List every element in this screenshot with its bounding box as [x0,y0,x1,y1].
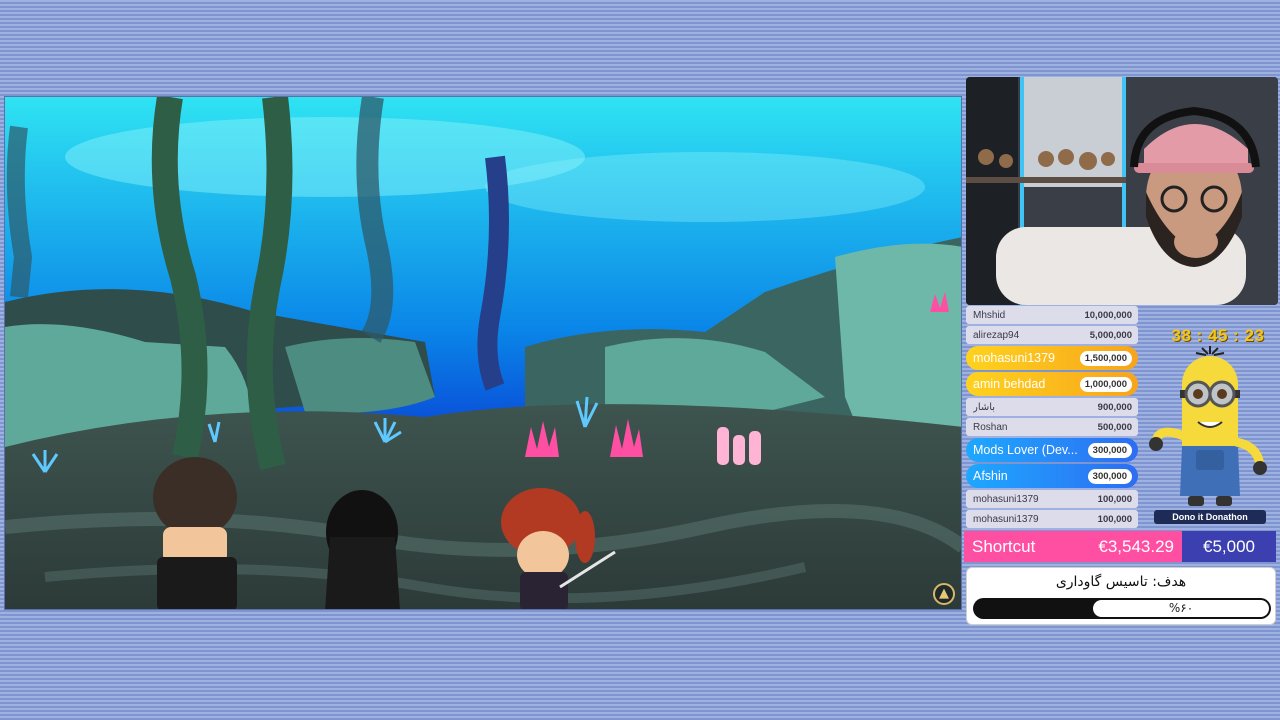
donor-amount: 300,000 [1087,468,1132,484]
donor-amount: 100,000 [1097,513,1132,525]
donor-amount: 10,000,000 [1084,309,1132,321]
leaderboard-row: amin behdad 1,000,000 [966,372,1138,396]
donation-raised-panel: Shortcut €3,543.29 [964,531,1182,562]
mascot-caption: Dono it Donathon [1154,510,1266,524]
donor-name: Roshan [973,421,1008,433]
donor-name: Mhshid [973,309,1006,321]
leaderboard-row: Afshin 300,000 [966,464,1138,488]
raised-amount: €3,543.29 [1098,536,1174,556]
goal-percent: %۶۰ [1168,601,1194,615]
subathon-timer: 38 : 45 : 23 [1171,326,1265,345]
donor-name: mohasuni1379 [973,351,1056,365]
character-left [153,457,237,609]
donor-amount: 5,000,000 [1089,329,1132,341]
donor-amount: 500,000 [1097,421,1132,433]
donor-amount: 1,000,000 [1079,376,1132,392]
donor-name: Afshin [973,469,1008,483]
streamer-camera-image [966,77,1278,305]
shortcut-label: Shortcut [972,536,1036,556]
goal-progress-bar: %۶۰ [973,598,1271,619]
donor-amount: 900,000 [1097,401,1132,413]
goal-title: هدف: تاسیس گاوداری [1055,574,1187,590]
character-middle [325,490,400,609]
donor-leaderboard: Mhshid 10,000,000 alirezap94 5,000,000 m… [966,306,1138,530]
leaderboard-row: Mods Lover (Dev... 300,000 [966,438,1138,462]
donor-name: alirezap94 [973,329,1020,341]
donor-amount: 300,000 [1087,442,1132,458]
leaderboard-row: Mhshid 10,000,000 [966,306,1138,324]
leaderboard-row: alirezap94 5,000,000 [966,326,1138,344]
leaderboard-row: Roshan 500,000 [966,418,1138,436]
webcam-feed [966,77,1278,305]
donation-totals: Shortcut €3,543.29 €5,000 [964,531,1276,562]
donor-name: mohasuni1379 [973,513,1039,525]
donor-amount: 100,000 [1097,493,1132,505]
minion-mascot-icon [1149,346,1267,506]
donor-name: mohasuni1379 [973,493,1039,505]
game-viewport[interactable]: ▲ [4,96,962,610]
underwater-scene [5,97,961,609]
leaderboard-row: mohasuni1379 1,500,000 [966,346,1138,370]
witch-hat-icon[interactable]: ▲ [933,583,955,605]
donor-name: باشار [973,401,996,413]
donor-name: amin behdad [973,377,1046,391]
target-amount: €5,000 [1182,531,1276,562]
donor-name: Mods Lover (Dev... [973,443,1078,457]
leaderboard-row: باشار 900,000 [966,398,1138,416]
leaderboard-row: mohasuni1379 100,000 [966,490,1138,508]
donor-amount: 1,500,000 [1079,350,1132,366]
donation-goal: هدف: تاسیس گاوداری %۶۰ [966,567,1276,625]
leaderboard-row: mohasuni1379 100,000 [966,510,1138,528]
